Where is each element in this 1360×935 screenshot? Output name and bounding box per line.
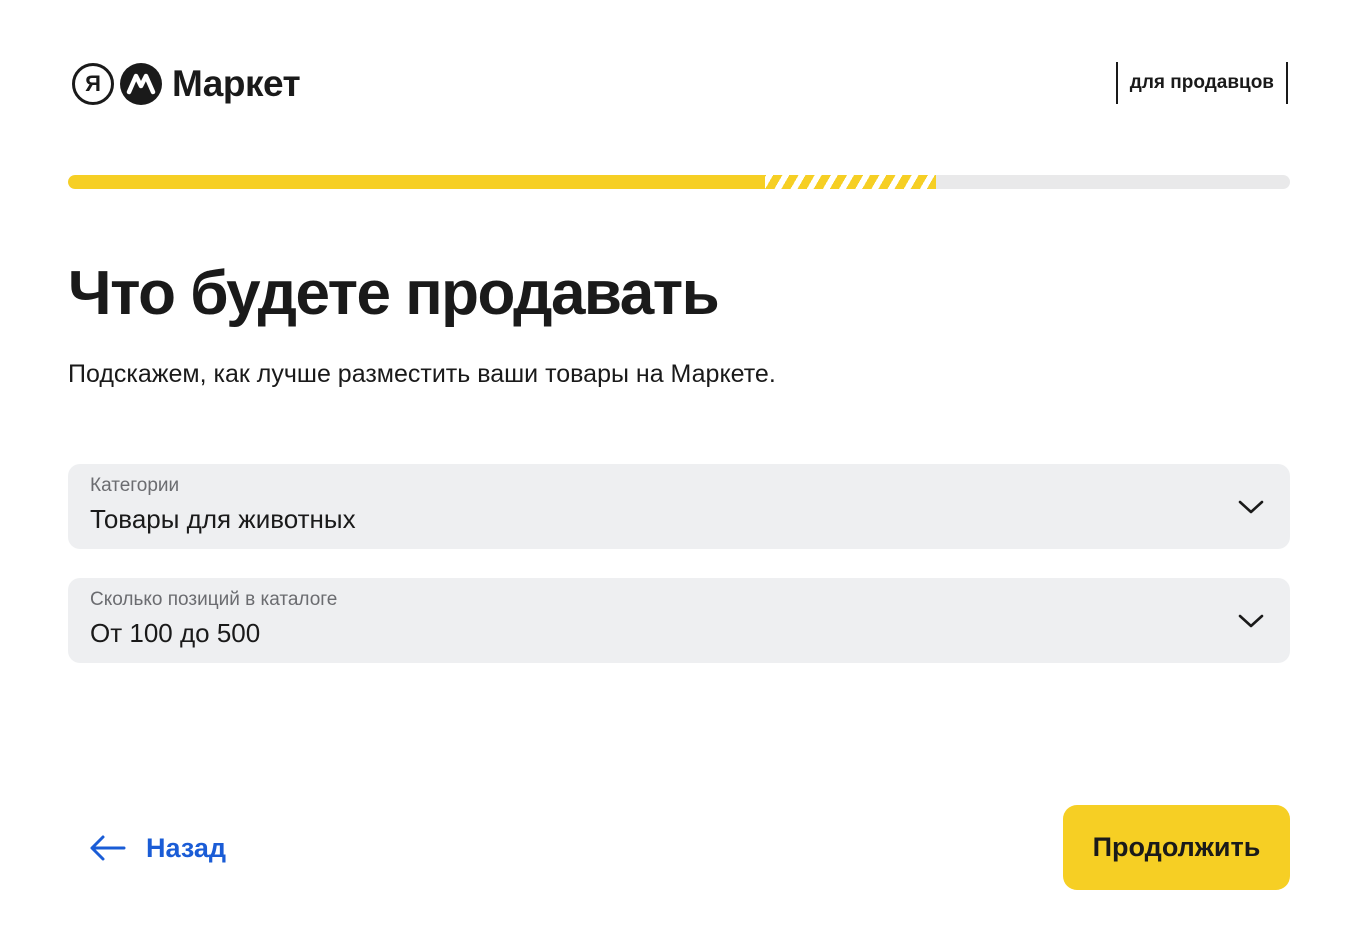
onboarding-page: Я Маркет для продавцов Что будете продав…: [0, 0, 1360, 935]
arrow-left-icon: [90, 835, 126, 861]
chevron-down-icon: [1238, 500, 1264, 514]
catalog-size-select-value: От 100 до 500: [90, 618, 261, 648]
back-button[interactable]: Назад: [88, 826, 226, 870]
yandex-logo-icon: Я: [72, 63, 114, 105]
back-button-label: Назад: [146, 832, 227, 863]
logo-text: Маркет: [172, 63, 301, 104]
continue-button[interactable]: Продолжить: [1063, 805, 1290, 890]
sellers-tag-label: для продавцов: [1129, 72, 1274, 93]
page-title: Что будете продавать: [68, 259, 720, 328]
catalog-size-select[interactable]: Сколько позиций в каталоге От 100 до 500: [68, 578, 1290, 663]
market-logo-icon: [120, 63, 162, 105]
chevron-down-icon: [1238, 614, 1264, 628]
yandex-market-logo[interactable]: Я Маркет: [72, 60, 301, 108]
sellers-tag[interactable]: для продавцов: [1115, 62, 1288, 104]
progress-fill: [68, 175, 765, 189]
progress-bar: [68, 175, 1290, 189]
page-subtitle: Подскажем, как лучше разместить ваши тов…: [68, 360, 776, 388]
category-select-label: Категории: [90, 475, 180, 496]
catalog-size-select-label: Сколько позиций в каталоге: [90, 589, 338, 610]
category-select-value: Товары для животных: [90, 504, 356, 534]
category-select[interactable]: Категории Товары для животных: [68, 464, 1290, 549]
progress-current-step: [764, 175, 936, 189]
